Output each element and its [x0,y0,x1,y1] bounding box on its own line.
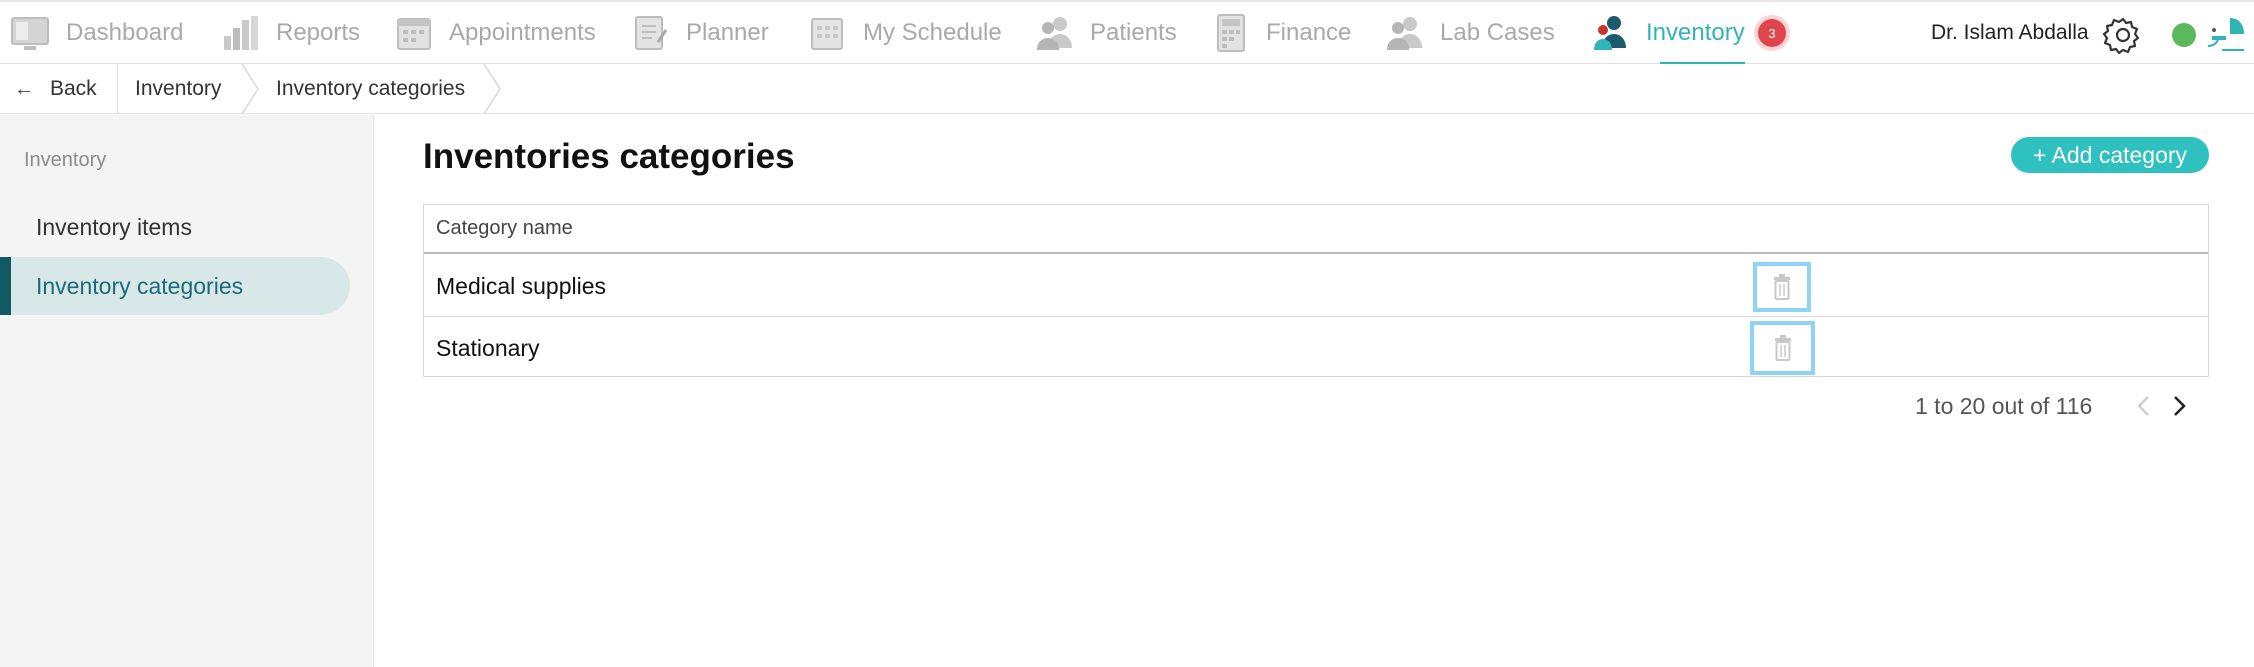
add-category-button[interactable]: + Add category [2011,137,2209,173]
dashboard-icon [11,17,49,50]
online-status-indicator [2172,23,2196,47]
nav-inventory[interactable]: Inventory [1590,2,1745,65]
chevron-right-icon[interactable] [2168,392,2190,420]
arrow-left-icon: ← [14,77,34,100]
planner-icon [635,16,668,50]
category-name-cell: Stationary [436,335,540,361]
back-label: Back [50,77,97,100]
sidebar-heading: Inventory [24,149,107,171]
nav-appointments[interactable]: Appointments [393,2,596,64]
pagination-summary: 1 to 20 out of 116 [1915,393,2093,419]
back-button[interactable]: ← Back [14,64,97,114]
breadcrumb-inventory[interactable]: Inventory [135,64,221,114]
app-logo [2207,18,2244,51]
nav-reports[interactable]: Reports [220,2,360,64]
category-name-cell: Medical supplies [436,272,607,299]
nav-lab-cases-label: Lab Cases [1440,19,1555,46]
schedule-icon [811,18,843,50]
delete-button[interactable] [1753,262,1811,312]
user-name[interactable]: Dr. Islam Abdalla [1931,21,2089,45]
inventory-notification-badge[interactable]: 3 [1758,19,1786,47]
gear-icon[interactable] [2103,15,2143,55]
nav-patients[interactable]: Patients [1034,2,1177,64]
breadcrumb-inventory-categories: Inventory categories [276,77,466,100]
reports-icon [224,16,258,50]
sidebar: Inventory Inventory items Inventory cate… [0,115,374,667]
nav-my-schedule[interactable]: My Schedule [807,2,1002,64]
chevron-left-icon[interactable] [2133,392,2155,420]
nav-finance-label: Finance [1266,19,1352,46]
lab-cases-icon [1387,17,1422,50]
sidebar-item-label: Inventory items [36,213,192,240]
inventory-icon [1594,16,1626,50]
appointments-icon [397,18,431,50]
nav-inventory-label: Inventory [1646,19,1745,46]
breadcrumb: ← Back Inventory Inventory categories [0,64,2254,114]
page-title: Inventories categories [423,137,795,176]
finance-icon [1217,14,1245,52]
sidebar-item-inventory-items[interactable]: Inventory items [0,198,350,256]
breadcrumb-divider [117,64,118,114]
top-navigation: Dashboard Reports Appointments Planner M… [0,0,2254,65]
trash-icon [1774,274,1790,300]
categories-table: Category name Medical supplies Stationar… [423,204,2209,377]
nav-planner-label: Planner [686,19,769,46]
nav-dashboard[interactable]: Dashboard [10,2,183,64]
trash-icon [1774,335,1791,361]
nav-my-schedule-label: My Schedule [863,19,1002,46]
nav-planner[interactable]: Planner [630,2,769,64]
sidebar-item-label: Inventory categories [36,272,244,299]
breadcrumb-chevron-icon [241,64,259,114]
nav-appointments-label: Appointments [449,19,596,46]
breadcrumb-chevron-icon [483,64,501,114]
nav-finance[interactable]: Finance [1210,2,1351,64]
sidebar-item-inventory-categories[interactable]: Inventory categories [0,257,350,315]
nav-dashboard-label: Dashboard [66,19,184,46]
nav-patients-label: Patients [1090,19,1177,46]
column-header-category-name[interactable]: Category name [424,205,2208,254]
table-row[interactable]: Stationary [424,318,2208,379]
patients-icon [1037,17,1072,50]
nav-reports-label: Reports [276,19,361,46]
nav-lab-cases[interactable]: Lab Cases [1384,2,1555,64]
delete-button[interactable] [1750,321,1815,375]
table-row[interactable]: Medical supplies [424,256,2208,317]
